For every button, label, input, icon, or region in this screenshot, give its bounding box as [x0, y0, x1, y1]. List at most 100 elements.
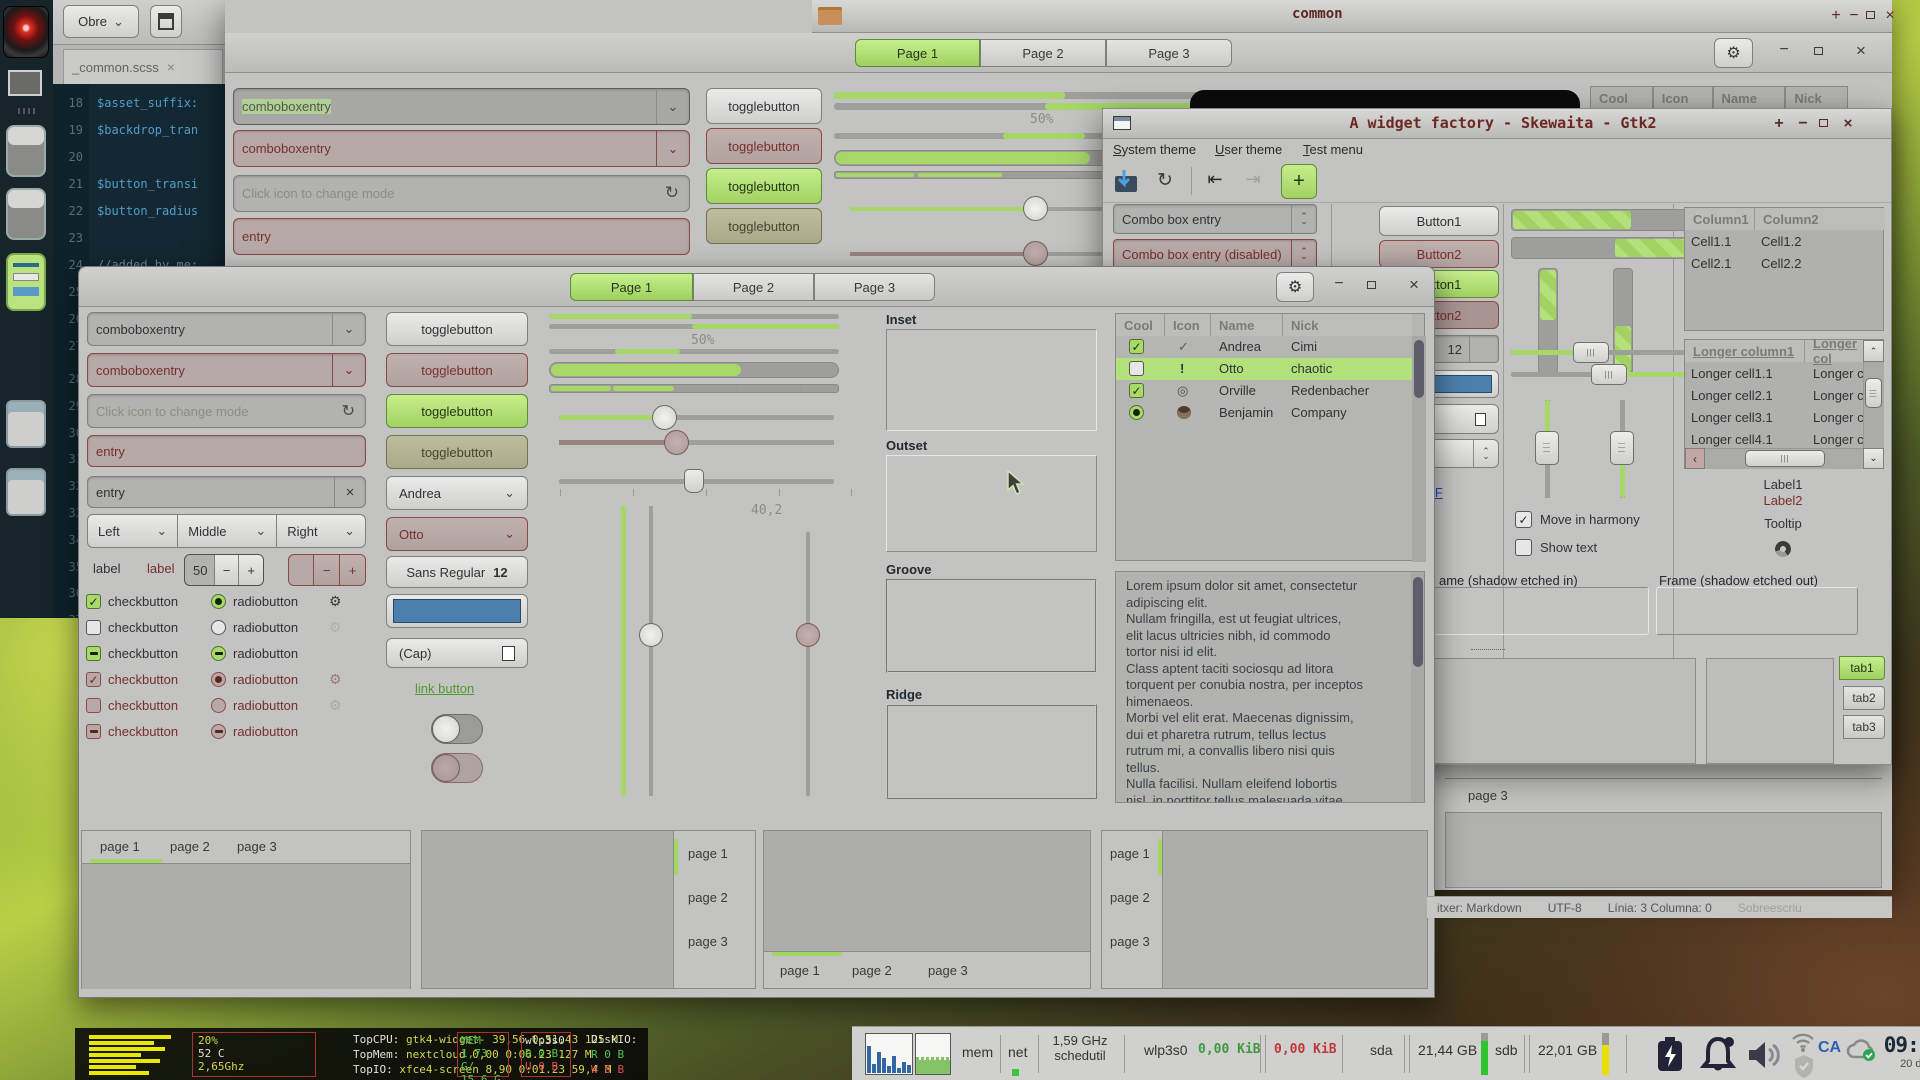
- spin-minus-button[interactable]: −: [214, 555, 239, 585]
- scroll-left-button[interactable]: ‹: [1685, 448, 1705, 469]
- file-chooser-button[interactable]: (Cap): [386, 638, 528, 668]
- comboboxentry-focused[interactable]: comboboxentry ⌄: [233, 88, 690, 125]
- new-document-button[interactable]: [150, 5, 182, 38]
- status-overwrite[interactable]: Sobreescriu: [1738, 901, 1802, 915]
- radio-mixed[interactable]: [211, 646, 226, 661]
- close-button[interactable]: ×: [1401, 275, 1427, 295]
- notifications-bell-icon[interactable]: [1698, 1035, 1738, 1075]
- menu-user-theme[interactable]: User theme: [1215, 142, 1282, 157]
- nb-tab-page1[interactable]: page 1: [688, 846, 728, 861]
- tab-page2[interactable]: Page 2: [980, 39, 1106, 67]
- vscale-green[interactable]: [621, 506, 626, 796]
- checkbox-mixed[interactable]: [86, 646, 101, 661]
- link-button[interactable]: link button: [415, 681, 474, 696]
- button1[interactable]: Button1: [1379, 206, 1499, 236]
- hscale-marks-handle[interactable]: [684, 469, 704, 493]
- gtk2-combo-entry[interactable]: Combo box entry ⌃⌄: [1113, 204, 1317, 234]
- close-button[interactable]: ×: [1849, 41, 1873, 61]
- textview[interactable]: Lorem ipsum dolor sit amet, consectetur …: [1115, 571, 1425, 803]
- minimize-button[interactable]: −: [1795, 115, 1811, 133]
- windows-stack-icon[interactable]: [8, 70, 42, 96]
- tab-common-scss[interactable]: _common.scss ×: [63, 49, 223, 84]
- gtk2-hscale2-handle[interactable]: |||: [1591, 364, 1627, 385]
- nb-tab-page1[interactable]: page 1: [780, 963, 820, 978]
- battery-icon[interactable]: [1650, 1035, 1690, 1075]
- combo-dropdown[interactable]: ⌄: [656, 89, 689, 124]
- settings-button[interactable]: ⚙: [1276, 272, 1314, 302]
- net-applet-label[interactable]: net: [1008, 1044, 1027, 1060]
- switch-off[interactable]: [431, 714, 483, 744]
- tree-row-3[interactable]: ✓ ◎ Orville Redenbacher: [1116, 380, 1412, 402]
- togglebutton-3[interactable]: togglebutton: [386, 394, 528, 428]
- dropdown-right[interactable]: Right⌄: [277, 514, 366, 548]
- refresh-icon[interactable]: ↻: [665, 183, 679, 203]
- refresh-icon[interactable]: ↻: [342, 401, 355, 421]
- color-button[interactable]: [386, 594, 528, 628]
- wifi-icon[interactable]: [1790, 1031, 1816, 1053]
- vscroll-thumb[interactable]: ———: [1865, 378, 1882, 408]
- minimize-button[interactable]: −: [1326, 275, 1352, 293]
- gtk2-vscale1-handle[interactable]: ———: [1535, 431, 1559, 465]
- stick-button[interactable]: +: [1771, 115, 1787, 133]
- add-button[interactable]: +: [1281, 164, 1317, 199]
- dropdown-left[interactable]: Left⌄: [87, 514, 178, 548]
- keyboard-layout-label[interactable]: CA: [1818, 1039, 1841, 1057]
- tab-page1[interactable]: Page 1: [570, 273, 693, 301]
- dock-item-window1[interactable]: [6, 400, 46, 448]
- open-menu-button[interactable]: Obre ⌄: [63, 5, 139, 38]
- nb-tab-page1[interactable]: page 1: [100, 839, 140, 854]
- vscale2[interactable]: [649, 506, 653, 796]
- common-titlebar[interactable]: common + − ×: [812, 0, 1892, 33]
- close-button[interactable]: ×: [1882, 7, 1898, 25]
- hscale-handle[interactable]: [1023, 196, 1048, 221]
- restore-button[interactable]: [1367, 281, 1376, 289]
- scroll-up-button[interactable]: ⌃: [1863, 340, 1884, 362]
- maximize-button[interactable]: [1819, 119, 1828, 127]
- tab-page3[interactable]: Page 3: [1106, 39, 1232, 67]
- cpu-freq-applet[interactable]: 1,59 GHz schedutil: [1046, 1033, 1114, 1063]
- document-open-icon[interactable]: [1111, 166, 1143, 196]
- entry-clearable[interactable]: entry ×: [87, 476, 366, 508]
- dock-handle[interactable]: [18, 108, 36, 114]
- mem-applet-label[interactable]: mem: [962, 1044, 993, 1060]
- clear-button[interactable]: ×: [334, 477, 365, 507]
- scroll-down-button[interactable]: ⌄: [1863, 448, 1884, 469]
- dropdown-middle[interactable]: Middle⌄: [178, 514, 277, 548]
- togglebutton-1[interactable]: togglebutton: [706, 88, 822, 124]
- comboboxentry[interactable]: comboboxentry ⌄: [87, 312, 366, 346]
- checkbox-checked[interactable]: ✓: [86, 594, 101, 609]
- gtk2-vscale2-handle[interactable]: ———: [1610, 431, 1634, 465]
- togglebutton-3[interactable]: togglebutton: [706, 168, 822, 204]
- tab-page1[interactable]: Page 1: [855, 39, 980, 67]
- tree-row-4[interactable]: Benjamin Company: [1116, 402, 1412, 424]
- nb-tab-page2[interactable]: page 2: [170, 839, 210, 854]
- nb-tab-page3[interactable]: page 3: [688, 934, 728, 949]
- tab-page2[interactable]: Page 2: [693, 273, 814, 301]
- shield-icon[interactable]: [1791, 1053, 1817, 1079]
- checkbox-unchecked[interactable]: [86, 620, 101, 635]
- common-page3-tab[interactable]: page 3: [1468, 788, 1508, 803]
- hscale1[interactable]: [559, 415, 834, 420]
- stick-button[interactable]: +: [1828, 7, 1844, 25]
- refresh-icon[interactable]: ↻: [1149, 169, 1181, 192]
- maximize-button[interactable]: [1866, 11, 1875, 19]
- nb-tab-page1[interactable]: page 1: [1110, 846, 1150, 861]
- togglebutton-1[interactable]: togglebutton: [386, 312, 528, 346]
- hal-logo-icon[interactable]: [3, 6, 49, 58]
- dock-item-file1[interactable]: [6, 125, 46, 177]
- combobox-names[interactable]: Andrea⌄: [386, 476, 528, 510]
- minimize-button[interactable]: −: [1772, 41, 1796, 59]
- checkbox-checked-icon[interactable]: ✓: [1515, 511, 1532, 528]
- go-first-icon[interactable]: ⇤: [1199, 169, 1231, 190]
- disk-sda-label[interactable]: sda: [1370, 1042, 1393, 1058]
- minimize-button[interactable]: −: [1846, 7, 1862, 25]
- nb-tab-page2[interactable]: page 2: [852, 963, 892, 978]
- gear-icon[interactable]: ⚙: [329, 593, 342, 610]
- close-button[interactable]: ×: [1840, 115, 1856, 132]
- cloud-sync-icon[interactable]: [1844, 1035, 1878, 1063]
- volume-icon[interactable]: [1746, 1037, 1784, 1073]
- hscroll-thumb[interactable]: |||: [1745, 450, 1825, 467]
- hscale1-handle[interactable]: [652, 405, 677, 430]
- font-button[interactable]: Sans Regular12: [386, 556, 528, 588]
- clock-applet[interactable]: 09:53 20 d'abr.: [1880, 1033, 1920, 1070]
